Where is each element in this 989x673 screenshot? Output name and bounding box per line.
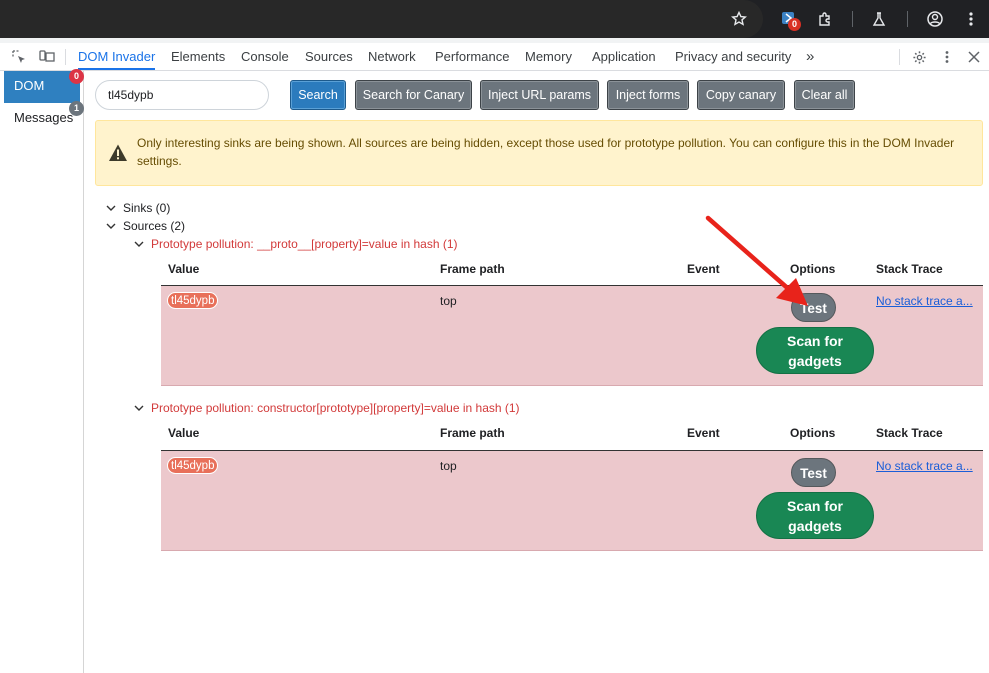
inject-forms-button[interactable]: Inject forms (607, 80, 689, 110)
clear-all-button[interactable]: Clear all (794, 80, 855, 110)
column-header-value: Value (168, 262, 200, 276)
copy-canary-button[interactable]: Copy canary (697, 80, 785, 110)
bookmark-star-icon[interactable] (728, 8, 750, 30)
settings-gear-icon[interactable] (909, 47, 929, 67)
dom-invader-extension-icon[interactable]: 0 (778, 8, 801, 31)
tab-privacy-and-security[interactable]: Privacy and security (675, 43, 791, 70)
canary-value-pill: tl45dypb (167, 457, 219, 474)
messages-count-badge: 1 (69, 101, 84, 116)
address-bar[interactable] (0, 0, 763, 38)
prototype-pollution-group-constructor[interactable]: Prototype pollution: constructor[prototy… (134, 400, 520, 416)
column-header-stack-trace: Stack Trace (876, 262, 943, 276)
stack-trace-link[interactable]: No stack trace a... (876, 459, 973, 473)
scan-for-gadgets-button[interactable]: Scan for gadgets (756, 492, 874, 539)
device-toolbar-icon[interactable] (37, 47, 57, 67)
chevron-down-icon[interactable] (134, 401, 146, 417)
tab-divider (65, 49, 66, 65)
tab-network[interactable]: Network (368, 43, 416, 70)
sidebar-item-label: DOM (14, 78, 45, 93)
extension-badge: 0 (788, 18, 801, 31)
settings-warning-alert: Only interesting sinks are being shown. … (95, 120, 983, 186)
group-title: Prototype pollution: __proto__[property]… (151, 237, 458, 251)
profile-avatar-icon[interactable] (924, 8, 946, 30)
tab-dom-invader[interactable]: DOM Invader (78, 43, 156, 70)
browser-toolbar: 0 (0, 0, 989, 38)
group-title: Prototype pollution: constructor[prototy… (151, 401, 520, 415)
tab-memory[interactable]: Memory (525, 43, 572, 70)
search-button[interactable]: Search (290, 80, 346, 110)
more-tabs-chevron-icon[interactable]: » (806, 43, 814, 70)
chevron-down-icon[interactable] (106, 201, 118, 217)
tab-divider (899, 49, 900, 65)
frame-path-cell: top (440, 459, 457, 473)
tab-application[interactable]: Application (592, 43, 656, 70)
dom-invader-sidebar: DOM 0 Messages 1 (0, 69, 84, 673)
tab-performance[interactable]: Performance (435, 43, 509, 70)
sinks-node[interactable]: Sinks (0) (106, 200, 170, 216)
test-button[interactable]: Test (791, 458, 836, 487)
column-header-stack-trace: Stack Trace (876, 426, 943, 440)
sinks-label: Sinks (0) (123, 201, 171, 215)
canary-value-pill: tl45dypb (167, 292, 219, 309)
toolbar-divider (852, 11, 853, 27)
chevron-down-icon[interactable] (106, 219, 118, 235)
dom-count-badge: 0 (69, 69, 84, 84)
frame-path-cell: top (440, 294, 457, 308)
chevron-down-icon[interactable] (134, 237, 146, 253)
sidebar-item-label: Messages (14, 110, 74, 125)
column-header-event: Event (687, 262, 720, 276)
devtools-tab-strip: DOM Invader Elements Console Sources Net… (0, 38, 989, 71)
warning-triangle-icon (109, 144, 127, 161)
stack-trace-link[interactable]: No stack trace a... (876, 294, 973, 308)
canary-search-input[interactable] (95, 80, 269, 110)
test-button[interactable]: Test (791, 293, 836, 322)
devtools-menu-kebab-icon[interactable] (937, 47, 957, 67)
column-header-value: Value (168, 426, 200, 440)
tab-console[interactable]: Console (241, 43, 289, 70)
prototype-pollution-group-proto[interactable]: Prototype pollution: __proto__[property]… (134, 236, 458, 252)
inspect-element-icon[interactable] (9, 47, 29, 67)
browser-menu-kebab-icon[interactable] (960, 8, 982, 30)
sources-label: Sources (2) (123, 219, 186, 233)
inject-url-params-button[interactable]: Inject URL params (480, 80, 599, 110)
column-header-event: Event (687, 426, 720, 440)
sidebar-item-dom[interactable]: DOM 0 (4, 69, 84, 103)
tab-elements[interactable]: Elements (171, 43, 225, 70)
close-devtools-icon[interactable] (964, 47, 984, 67)
column-header-options: Options (790, 426, 836, 440)
sidebar-item-messages[interactable]: Messages 1 (4, 101, 84, 135)
column-header-frame-path: Frame path (440, 262, 505, 276)
column-header-options: Options (790, 262, 836, 276)
tab-sources[interactable]: Sources (305, 43, 353, 70)
search-for-canary-button[interactable]: Search for Canary (355, 80, 472, 110)
column-header-frame-path: Frame path (440, 426, 505, 440)
labs-flask-icon[interactable] (868, 8, 890, 30)
toolbar-divider (907, 11, 908, 27)
extensions-puzzle-icon[interactable] (814, 8, 836, 30)
sources-node[interactable]: Sources (2) (106, 218, 185, 234)
scan-for-gadgets-button[interactable]: Scan for gadgets (756, 327, 874, 374)
warning-text: Only interesting sinks are being shown. … (137, 136, 955, 168)
